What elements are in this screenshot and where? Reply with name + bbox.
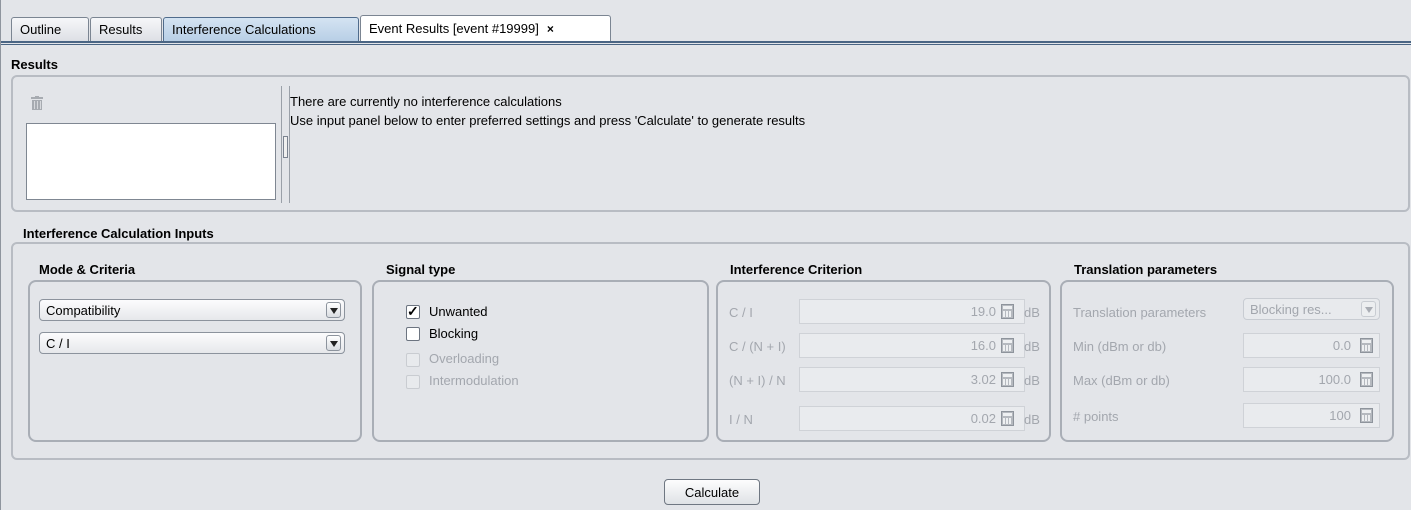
tab-interference-calculations[interactable]: Interference Calculations: [163, 17, 359, 41]
translation-parameters-select[interactable]: Blocking res...: [1243, 298, 1380, 320]
tab-results[interactable]: Results: [90, 17, 162, 41]
interference-criterion-title: Interference Criterion: [730, 262, 863, 277]
i-over-n-unit: dB: [1024, 412, 1040, 427]
calculator-icon[interactable]: [1360, 408, 1373, 423]
tab-label: Results: [99, 22, 143, 37]
tab-underline-2: [1, 44, 1411, 45]
splitter-grip[interactable]: [283, 136, 288, 158]
inputs-section-title: Interference Calculation Inputs: [23, 226, 214, 241]
n-plus-i-over-n-field[interactable]: 3.02: [799, 367, 1025, 392]
calculator-icon[interactable]: [1001, 411, 1014, 426]
unwanted-label: Unwanted: [429, 304, 488, 319]
calculator-icon[interactable]: [1360, 372, 1373, 387]
tab-label: Outline: [20, 22, 62, 37]
calculator-icon[interactable]: [1001, 338, 1014, 353]
results-list[interactable]: [26, 123, 276, 200]
i-over-n-field[interactable]: 0.02: [799, 406, 1025, 431]
ci-unit: dB: [1024, 305, 1040, 320]
calculator-icon[interactable]: [1360, 338, 1373, 353]
tab-underline: [1, 41, 1411, 43]
tab-outline[interactable]: Outline: [11, 17, 89, 41]
checkmark-icon: ✓: [407, 303, 419, 319]
splitter-handle[interactable]: [281, 86, 290, 203]
mode-select[interactable]: Compatibility: [39, 299, 345, 321]
tab-event-results[interactable]: Event Results [event #19999] ×: [360, 15, 611, 42]
points-label: # points: [1073, 409, 1119, 424]
ci-label: C / I: [729, 305, 753, 320]
instructions-message: Use input panel below to enter preferred…: [290, 113, 806, 128]
criteria-select-value: C / I: [46, 336, 70, 351]
calculate-button[interactable]: Calculate: [664, 479, 760, 505]
translation-parameters-title: Translation parameters: [1074, 262, 1218, 277]
c-n-plus-i-field[interactable]: 16.0: [799, 333, 1025, 358]
intermodulation-checkbox[interactable]: [406, 375, 420, 389]
blocking-checkbox[interactable]: [406, 327, 420, 341]
n-plus-i-over-n-unit: dB: [1024, 373, 1040, 388]
n-plus-i-over-n-label: (N + I) / N: [729, 373, 786, 388]
results-section-title: Results: [11, 57, 58, 72]
c-n-plus-i-label: C / (N + I): [729, 339, 786, 354]
tab-label: Event Results [event #19999]: [369, 21, 539, 36]
overloading-label: Overloading: [429, 351, 500, 366]
min-label: Min (dBm or db): [1073, 339, 1167, 354]
blocking-label: Blocking: [429, 326, 479, 341]
no-results-message: There are currently no interference calc…: [290, 94, 562, 109]
tab-bar: Outline Results Interference Calculation…: [1, 0, 1411, 45]
intermodulation-label: Intermodulation: [429, 373, 519, 388]
mode-select-value: Compatibility: [46, 303, 121, 318]
chevron-down-icon[interactable]: [1361, 301, 1376, 317]
chevron-down-icon[interactable]: [326, 302, 341, 318]
calculator-icon[interactable]: [1001, 304, 1014, 319]
i-over-n-label: I / N: [729, 412, 753, 427]
close-icon[interactable]: ×: [547, 22, 554, 36]
criteria-select[interactable]: C / I: [39, 332, 345, 354]
overloading-checkbox[interactable]: [406, 353, 420, 367]
calculator-icon[interactable]: [1001, 372, 1014, 387]
tab-label: Interference Calculations: [172, 22, 316, 37]
ci-field[interactable]: 19.0: [799, 299, 1025, 324]
max-label: Max (dBm or db): [1073, 373, 1170, 388]
chevron-down-icon[interactable]: [326, 335, 341, 351]
signal-type-panel: [372, 280, 709, 442]
signal-type-title: Signal type: [386, 262, 456, 277]
mode-criteria-title: Mode & Criteria: [39, 262, 136, 277]
trash-icon[interactable]: [31, 96, 43, 110]
translation-parameters-value: Blocking res...: [1250, 302, 1332, 317]
c-n-plus-i-unit: dB: [1024, 339, 1040, 354]
unwanted-checkbox[interactable]: ✓: [406, 303, 420, 319]
translation-parameters-label: Translation parameters: [1073, 305, 1207, 320]
interference-calculations-window: Outline Results Interference Calculation…: [0, 0, 1411, 510]
